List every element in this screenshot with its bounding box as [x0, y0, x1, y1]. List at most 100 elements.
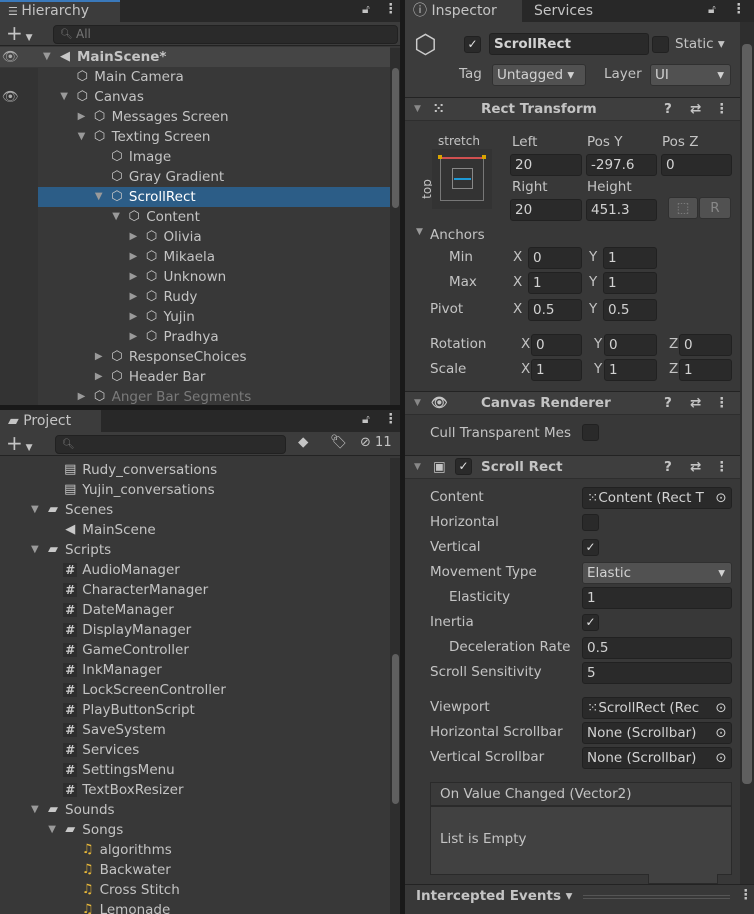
tree-item[interactable]: ▤ Yujin_conversations — [0, 480, 390, 500]
collapsed-arrow-icon[interactable]: ▶ — [95, 367, 103, 387]
add-remove-footer[interactable] — [648, 874, 718, 884]
posy-field[interactable]: -297.6 — [586, 154, 657, 176]
lock-icon[interactable]: 🔓︎ — [708, 2, 716, 17]
component-menu-icon[interactable]: ⋮ — [715, 456, 729, 478]
static-checkbox[interactable] — [652, 36, 669, 53]
eye-icon[interactable]: 👁︎ — [2, 89, 19, 105]
component-menu-icon[interactable]: ⋮ — [715, 98, 729, 120]
expanded-arrow-icon[interactable]: ▼ — [48, 820, 56, 840]
tree-item[interactable]: # SaveSystem — [0, 720, 390, 740]
expanded-arrow-icon[interactable]: ▼ — [112, 207, 120, 227]
tree-item[interactable]: ▼ ▰ Scenes — [0, 500, 390, 520]
rotation-z-field[interactable]: 0 — [679, 334, 732, 356]
collapsed-arrow-icon[interactable]: ▶ — [78, 107, 86, 127]
hidden-packages-toggle[interactable]: ⊘ 11 — [360, 435, 392, 450]
tree-item[interactable]: # DisplayManager — [0, 620, 390, 640]
tab-services[interactable]: Services — [526, 0, 626, 22]
project-search-input[interactable]: 🔍︎ — [55, 435, 286, 454]
eye-icon[interactable]: 👁︎ — [2, 49, 19, 65]
tree-item[interactable]: ⬡ Image — [0, 147, 390, 167]
tab-project[interactable]: ▰ Project — [0, 410, 101, 432]
max-y-field[interactable]: 1 — [603, 272, 657, 294]
tree-item[interactable]: # TextBoxResizer — [0, 780, 390, 800]
presets-icon[interactable]: ⇄ — [690, 98, 701, 120]
rotation-y-field[interactable]: 0 — [604, 334, 657, 356]
tree-item[interactable]: ◀ MainScene — [0, 520, 390, 540]
hscroll-object-field[interactable]: None (Scrollbar) ⊙ — [582, 722, 732, 744]
movement-dropdown[interactable]: Elastic ▾ — [582, 562, 732, 584]
project-scrollbar[interactable] — [390, 458, 400, 914]
collapsed-arrow-icon[interactable]: ▶ — [130, 247, 138, 267]
anchor-presets-button[interactable] — [432, 149, 492, 209]
more-menu-icon[interactable]: ⋮ — [384, 411, 398, 427]
help-icon[interactable]: ? — [664, 456, 672, 478]
tree-item[interactable]: # GameController — [0, 640, 390, 660]
tree-item[interactable]: # DateManager — [0, 600, 390, 620]
object-picker-icon[interactable]: ⊙ — [711, 488, 731, 508]
presets-icon[interactable]: ⇄ — [690, 456, 701, 478]
content-object-field[interactable]: ⁙Content (Rect T ⊙ — [582, 487, 732, 509]
filter-by-label-icon[interactable]: 🏷︎ — [330, 434, 347, 450]
expanded-arrow-icon[interactable]: ▼ — [95, 187, 103, 207]
left-field[interactable]: 20 — [510, 154, 582, 176]
rect-transform-header[interactable]: ▼ ⁙ Rect Transform ? ⇄ ⋮ — [405, 97, 740, 121]
expanded-arrow-icon[interactable]: ▼ — [31, 800, 39, 820]
tree-item[interactable]: # AudioManager — [0, 560, 390, 580]
expanded-arrow-icon[interactable]: ▼ — [43, 47, 51, 67]
sens-field[interactable]: 5 — [582, 662, 732, 684]
help-icon[interactable]: ? — [664, 392, 672, 414]
object-name-field[interactable]: ScrollRect — [489, 33, 649, 55]
expanded-arrow-icon[interactable]: ▼ — [31, 500, 39, 520]
collapsed-arrow-icon[interactable]: ▶ — [130, 267, 138, 287]
static-dropdown[interactable]: Static ▾ — [675, 36, 725, 52]
horizontal-checkbox[interactable] — [582, 514, 599, 531]
tree-item[interactable]: ▼ ⬡ Texting Screen — [0, 127, 390, 147]
pivot-y-field[interactable]: 0.5 — [603, 299, 657, 321]
tree-item[interactable]: # LockScreenController — [0, 680, 390, 700]
tree-item[interactable]: ▶ ⬡ Messages Screen — [0, 107, 390, 127]
collapsed-arrow-icon[interactable]: ▶ — [130, 287, 138, 307]
add-button[interactable]: + ▼ — [6, 432, 33, 459]
pivot-x-field[interactable]: 0.5 — [528, 299, 582, 321]
inertia-checkbox[interactable]: ✓ — [582, 614, 599, 631]
tree-item[interactable]: ▶ ⬡ Header Bar — [0, 367, 390, 387]
height-field[interactable]: 451.3 — [586, 199, 657, 221]
scale-z-field[interactable]: 1 — [679, 359, 732, 381]
tree-item[interactable]: ▶ ⬡ Pradhya — [0, 327, 390, 347]
right-field[interactable]: 20 — [510, 199, 582, 221]
hierarchy-scrollbar[interactable] — [390, 48, 400, 405]
min-x-field[interactable]: 0 — [528, 247, 582, 269]
viewport-object-field[interactable]: ⁙ScrollRect (Rec ⊙ — [582, 697, 732, 719]
tree-item[interactable]: ▶ ⬡ Yujin — [0, 307, 390, 327]
tree-item[interactable]: ▶ ⬡ Rudy — [0, 287, 390, 307]
scroll-rect-enabled-checkbox[interactable]: ✓ — [455, 458, 472, 475]
anchors-label[interactable]: Anchors — [430, 227, 485, 243]
tree-item[interactable]: ▼ ◀ MainScene* — [0, 47, 390, 67]
cull-transparent-checkbox[interactable] — [582, 424, 599, 441]
posz-field[interactable]: 0 — [661, 154, 732, 176]
tree-item[interactable]: ▶ ⬡ Olivia — [0, 227, 390, 247]
tree-item[interactable]: # CharacterManager — [0, 580, 390, 600]
blueprint-mode-button[interactable]: ⬚ — [668, 197, 698, 219]
raw-edit-button[interactable]: R — [699, 197, 731, 219]
decel-field[interactable]: 0.5 — [582, 637, 732, 659]
component-menu-icon[interactable]: ⋮ — [715, 392, 729, 414]
max-x-field[interactable]: 1 — [528, 272, 582, 294]
object-picker-icon[interactable]: ⊙ — [711, 723, 731, 743]
tag-dropdown[interactable]: Untagged ▾ — [492, 64, 586, 86]
tree-item[interactable]: # PlayButtonScript — [0, 700, 390, 720]
inspector-scrollbar[interactable] — [740, 22, 754, 884]
layer-dropdown[interactable]: UI ▾ — [650, 64, 731, 86]
expanded-arrow-icon[interactable]: ▼ — [31, 540, 39, 560]
scroll-rect-header[interactable]: ▼ ▣ ✓ Scroll Rect ? ⇄ ⋮ — [405, 455, 740, 479]
tree-item[interactable]: ♫ Backwater — [0, 860, 390, 880]
filter-by-type-icon[interactable]: ◆ — [298, 434, 308, 450]
min-y-field[interactable]: 1 — [603, 247, 657, 269]
tree-item[interactable]: ▼ ▰ Sounds — [0, 800, 390, 820]
tree-item[interactable]: ♫ Lemonade — [0, 900, 390, 914]
active-checkbox[interactable]: ✓ — [464, 36, 481, 53]
expanded-arrow-icon[interactable]: ▼ — [78, 127, 86, 147]
tab-inspector[interactable]: ⓘ Inspector — [405, 0, 522, 22]
tree-item[interactable]: ▶ ⬡ Mikaela — [0, 247, 390, 267]
tree-item[interactable]: ♫ Cross Stitch — [0, 880, 390, 900]
